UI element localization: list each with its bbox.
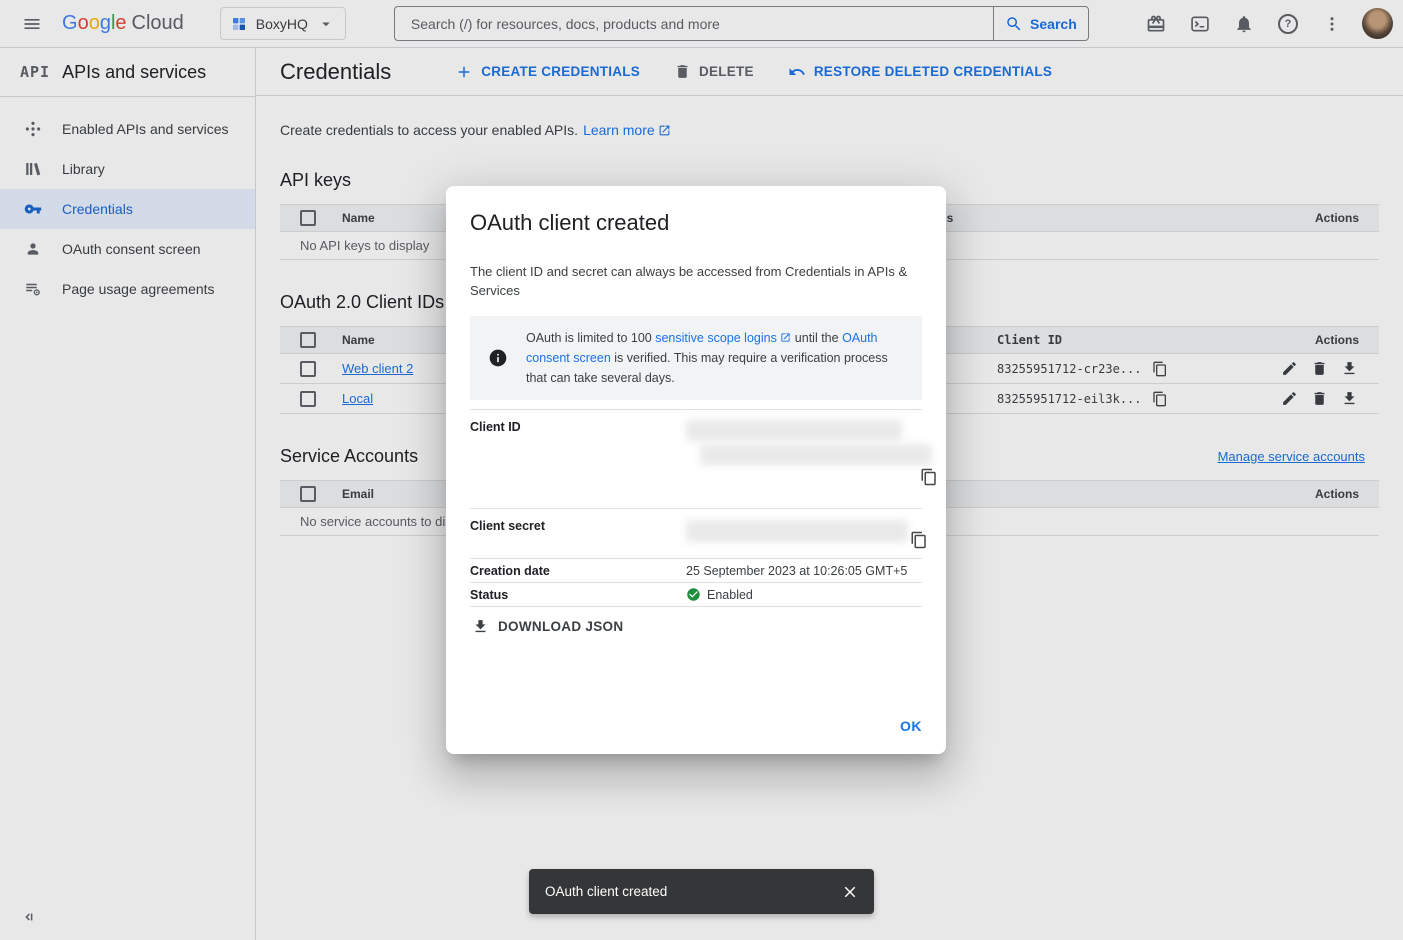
creation-date-value: 25 September 2023 at 10:26:05 GMT+5 bbox=[686, 564, 922, 578]
status-text: Enabled bbox=[707, 588, 753, 602]
client-id-row: Client ID bbox=[470, 409, 922, 508]
client-secret-label: Client secret bbox=[470, 519, 686, 558]
dialog-title: OAuth client created bbox=[470, 210, 922, 236]
copy-icon[interactable] bbox=[920, 468, 938, 486]
link-label: sensitive scope logins bbox=[655, 331, 777, 345]
status-label: Status bbox=[470, 588, 686, 602]
notice-text: OAuth is limited to 100 sensitive scope … bbox=[526, 328, 908, 388]
info-icon bbox=[488, 348, 508, 368]
snackbar-message: OAuth client created bbox=[545, 884, 832, 899]
notice-segment: OAuth is limited to 100 bbox=[526, 331, 655, 345]
divider bbox=[470, 606, 922, 607]
client-id-label: Client ID bbox=[470, 420, 686, 508]
client-id-redacted bbox=[700, 444, 932, 465]
snackbar: OAuth client created bbox=[529, 869, 874, 914]
download-icon bbox=[472, 618, 489, 635]
ok-button[interactable]: OK bbox=[890, 710, 932, 742]
status-row: Status Enabled bbox=[470, 582, 922, 606]
client-secret-value-area bbox=[686, 519, 922, 558]
close-icon[interactable] bbox=[832, 874, 868, 910]
dialog-body-text: The client ID and secret can always be a… bbox=[470, 262, 922, 300]
gcp-console: Google Cloud BoxyHQ Search bbox=[0, 0, 1403, 940]
dialog-fields: Client ID Client secret Creation date 25… bbox=[470, 409, 922, 607]
client-secret-redacted bbox=[686, 520, 908, 542]
oauth-client-created-dialog: OAuth client created The client ID and s… bbox=[446, 186, 946, 754]
copy-icon[interactable] bbox=[910, 531, 928, 549]
download-json-button[interactable]: DOWNLOAD JSON bbox=[470, 616, 625, 637]
check-circle-icon bbox=[686, 587, 701, 602]
status-value: Enabled bbox=[686, 587, 922, 602]
oauth-limit-notice: OAuth is limited to 100 sensitive scope … bbox=[470, 316, 922, 400]
download-json-label: DOWNLOAD JSON bbox=[498, 619, 623, 634]
notice-segment: until the bbox=[791, 331, 842, 345]
sensitive-scope-logins-link[interactable]: sensitive scope logins bbox=[655, 331, 791, 345]
creation-date-row: Creation date 25 September 2023 at 10:26… bbox=[470, 558, 922, 582]
client-id-redacted bbox=[686, 420, 902, 441]
creation-date-label: Creation date bbox=[470, 564, 686, 578]
client-id-value-area bbox=[686, 420, 932, 508]
client-secret-row: Client secret bbox=[470, 508, 922, 558]
